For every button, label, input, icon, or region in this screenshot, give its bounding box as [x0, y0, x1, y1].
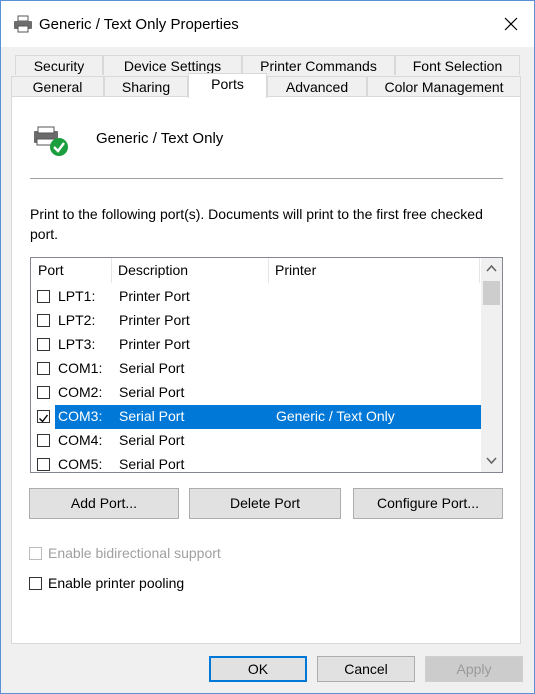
title-bar[interactable]: Generic / Text Only Properties [1, 1, 534, 47]
port-description: Serial Port [119, 456, 185, 472]
table-row[interactable]: COM2: Serial Port [31, 381, 480, 405]
table-row[interactable]: LPT1: Printer Port [31, 285, 480, 309]
port-name: COM1: [58, 360, 103, 376]
add-port-button[interactable]: Add Port... [29, 488, 179, 519]
port-checkbox[interactable] [37, 386, 50, 399]
printer-pooling-label: Enable printer pooling [48, 575, 185, 591]
port-name: COM4: [58, 432, 103, 448]
printer-default-icon [34, 126, 68, 156]
port-name: COM5: [58, 456, 103, 472]
port-name: LPT3: [58, 336, 96, 352]
port-printer: Generic / Text Only [276, 408, 395, 424]
scroll-up-icon[interactable] [486, 264, 497, 272]
printer-name: Generic / Text Only [96, 130, 224, 147]
column-description[interactable]: Description [118, 258, 188, 283]
port-name: COM3: [58, 408, 103, 424]
tab-advanced[interactable]: Advanced [267, 76, 367, 96]
column-port[interactable]: Port [38, 258, 64, 283]
column-separator[interactable] [479, 258, 480, 283]
port-description: Printer Port [119, 312, 190, 328]
bidirectional-checkbox[interactable] [29, 547, 42, 560]
port-description: Serial Port [119, 408, 185, 424]
port-description: Printer Port [119, 288, 190, 304]
table-row[interactable]: LPT2: Printer Port [31, 309, 480, 333]
close-button[interactable] [488, 1, 534, 47]
tab-general[interactable]: General [11, 76, 104, 96]
table-row[interactable]: COM3: Serial Port Generic / Text Only [31, 405, 481, 429]
tab-printer-commands[interactable]: Printer Commands [242, 55, 395, 75]
scroll-down-icon[interactable] [486, 457, 497, 465]
table-row[interactable]: COM5: Serial Port [31, 453, 480, 472]
table-row[interactable]: COM4: Serial Port [31, 429, 480, 453]
window-title: Generic / Text Only Properties [39, 16, 239, 33]
port-checkbox[interactable] [37, 290, 50, 303]
checkmark-icon [39, 414, 49, 423]
table-row[interactable]: COM1: Serial Port [31, 357, 480, 381]
port-name: LPT2: [58, 312, 96, 328]
port-checkbox[interactable] [37, 434, 50, 447]
close-icon [504, 17, 518, 31]
port-description: Printer Port [119, 336, 190, 352]
bidirectional-label: Enable bidirectional support [48, 545, 221, 561]
port-checkbox[interactable] [37, 410, 50, 423]
port-checkbox[interactable] [37, 362, 50, 375]
printer-icon [14, 15, 32, 33]
column-separator[interactable] [111, 258, 112, 283]
configure-port-button[interactable]: Configure Port... [353, 488, 503, 519]
tab-security[interactable]: Security [15, 55, 103, 75]
printer-pooling-checkbox[interactable] [29, 577, 42, 590]
port-name: COM2: [58, 384, 103, 400]
port-name: LPT1: [58, 288, 96, 304]
ports-list[interactable]: Port Description Printer LPT1: Printer Po… [30, 257, 503, 473]
port-checkbox[interactable] [37, 458, 50, 471]
column-printer[interactable]: Printer [275, 258, 316, 283]
tab-font-selection[interactable]: Font Selection [395, 55, 520, 75]
ports-description: Print to the following port(s). Document… [30, 206, 483, 242]
ok-button[interactable]: OK [209, 656, 307, 682]
cancel-button[interactable]: Cancel [317, 656, 415, 682]
divider [30, 178, 503, 179]
tab-ports[interactable]: Ports [188, 73, 267, 98]
tab-color-management[interactable]: Color Management [367, 76, 521, 96]
tab-device-settings[interactable]: Device Settings [103, 55, 242, 75]
port-checkbox[interactable] [37, 314, 50, 327]
scrollbar-thumb[interactable] [483, 281, 500, 305]
port-description: Serial Port [119, 360, 185, 376]
port-description: Serial Port [119, 432, 185, 448]
port-checkbox[interactable] [37, 338, 50, 351]
apply-button[interactable]: Apply [425, 656, 523, 682]
port-description: Serial Port [119, 384, 185, 400]
column-separator[interactable] [268, 258, 269, 283]
vertical-scrollbar[interactable] [481, 258, 502, 472]
table-row[interactable]: LPT3: Printer Port [31, 333, 480, 357]
tab-sharing[interactable]: Sharing [104, 76, 188, 96]
delete-port-button[interactable]: Delete Port [189, 488, 341, 519]
properties-window: Generic / Text Only Properties Security … [0, 0, 535, 694]
